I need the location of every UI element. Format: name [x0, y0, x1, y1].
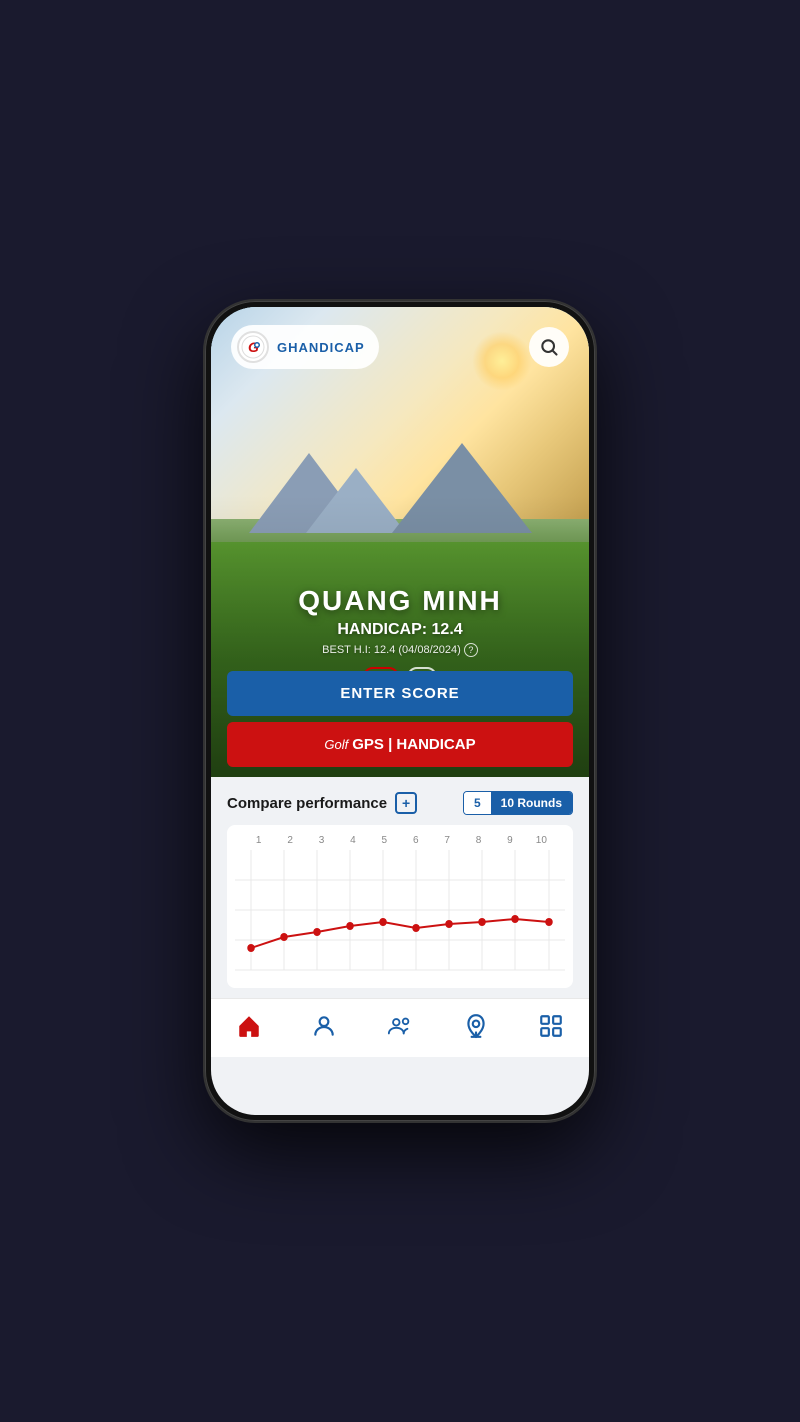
performance-header: Compare performance + 5 10 Rounds: [227, 791, 573, 815]
chart-x-labels: 1 2 3 4 5 6 7 8 9 10: [235, 835, 565, 846]
x-label-8: 8: [463, 835, 494, 846]
gps-icon-svg: [463, 1013, 489, 1039]
chart-svg: [235, 850, 565, 980]
x-label-1: 1: [243, 835, 274, 846]
chart-dot-2: [280, 933, 288, 941]
chart-container: 1 2 3 4 5 6 7 8 9 10: [227, 825, 573, 988]
nav-group[interactable]: [375, 1009, 425, 1043]
nav-home[interactable]: [224, 1009, 274, 1043]
nav-apps[interactable]: [526, 1009, 576, 1043]
search-icon: [539, 337, 559, 357]
rounds-10-option[interactable]: 10 Rounds: [491, 792, 572, 814]
x-label-4: 4: [337, 835, 368, 846]
home-icon: [236, 1013, 262, 1039]
profile-icon-svg: [311, 1013, 337, 1039]
profile-icon: [311, 1013, 337, 1039]
enter-score-button[interactable]: ENTER SCORE: [227, 671, 573, 716]
rounds-5-option[interactable]: 5: [464, 792, 491, 814]
performance-section: Compare performance + 5 10 Rounds 1 2 3 …: [211, 777, 589, 998]
bottom-navigation: [211, 998, 589, 1057]
chart-dot-1: [247, 944, 255, 952]
hero-section: G GHANDICAP QUANG MINH: [211, 307, 589, 777]
search-button[interactable]: [529, 327, 569, 367]
chart-dot-8: [478, 918, 486, 926]
logo-area: G GHANDICAP: [231, 325, 379, 369]
chart-dot-6: [412, 924, 420, 932]
phone-device: G GHANDICAP QUANG MINH: [205, 301, 595, 1121]
nav-gps[interactable]: [451, 1009, 501, 1043]
chart-dot-5: [379, 918, 387, 926]
golf-italic-text: Golf: [324, 737, 348, 752]
handicap-value: HANDICAP: 12.4: [211, 621, 589, 639]
nav-profile[interactable]: [299, 1009, 349, 1043]
performance-title: Compare performance: [227, 795, 387, 812]
chart-line: [251, 919, 549, 948]
x-label-5: 5: [369, 835, 400, 846]
player-name: QUANG MINH: [211, 585, 589, 617]
phone-screen: G GHANDICAP QUANG MINH: [211, 307, 589, 1115]
x-label-3: 3: [306, 835, 337, 846]
group-icon-svg: [387, 1013, 413, 1039]
add-performance-button[interactable]: +: [395, 792, 417, 814]
apps-icon-svg: [538, 1013, 564, 1039]
rounds-selector: 5 10 Rounds: [463, 791, 573, 815]
chart-dot-7: [445, 920, 453, 928]
gps-label-text: GPS | HANDICAP: [352, 736, 475, 753]
home-icon-svg: [236, 1013, 262, 1039]
gps-handicap-button[interactable]: Golf GPS | HANDICAP: [227, 722, 573, 767]
x-label-2: 2: [274, 835, 305, 846]
app-header: G GHANDICAP: [211, 307, 589, 379]
logo-icon: G: [237, 331, 269, 363]
chart-dot-10: [545, 918, 553, 926]
chart-area: [235, 850, 565, 980]
x-label-7: 7: [431, 835, 462, 846]
apps-icon: [538, 1013, 564, 1039]
perf-title-area: Compare performance +: [227, 792, 417, 814]
chart-dot-9: [511, 915, 519, 923]
best-hi-text: BEST H.I: 12.4 (04/08/2024) ?: [211, 643, 589, 657]
x-label-10: 10: [526, 835, 557, 846]
app-logo-text: GHANDICAP: [277, 340, 365, 355]
info-icon[interactable]: ?: [464, 643, 478, 657]
group-icon: [387, 1013, 413, 1039]
x-label-6: 6: [400, 835, 431, 846]
gps-icon: [463, 1013, 489, 1039]
chart-dot-3: [313, 928, 321, 936]
chart-dot-4: [346, 922, 354, 930]
hero-buttons: ENTER SCORE Golf GPS | HANDICAP: [227, 671, 573, 767]
g-logo-svg: G: [241, 335, 265, 359]
x-label-9: 9: [494, 835, 525, 846]
